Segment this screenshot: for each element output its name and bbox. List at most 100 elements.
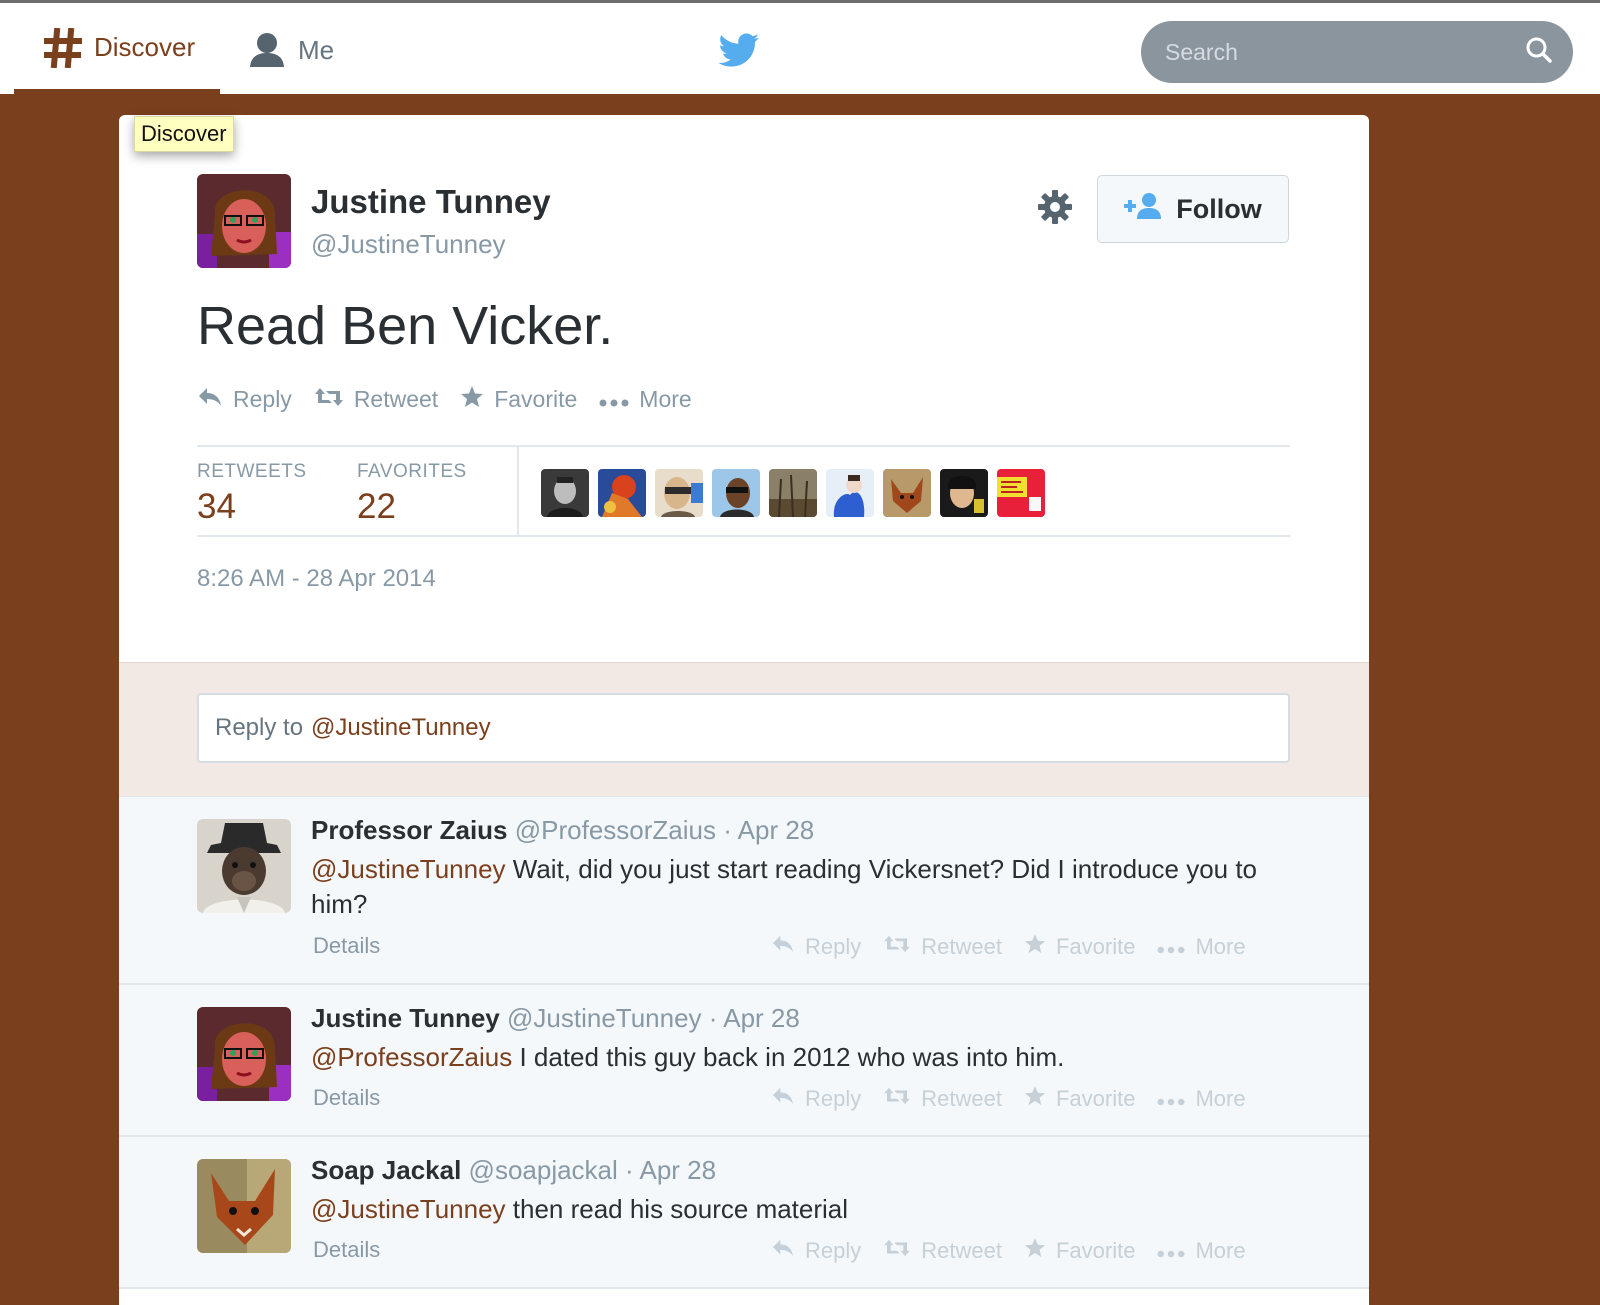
add-user-icon <box>1124 192 1162 227</box>
reply-tweet[interactable]: Soap Jackal @soapjackal · Apr 28 @Justin… <box>119 1137 1369 1289</box>
star-icon <box>1024 933 1046 960</box>
reply-input[interactable]: Reply to @JustineTunney <box>197 693 1290 763</box>
reply-author-handle[interactable]: @JustineTunney <box>507 1003 702 1033</box>
reply-action-label: Reply <box>805 933 862 959</box>
reply-actions: Reply Retweet Favorite More <box>771 1237 1246 1264</box>
reply-icon <box>197 386 223 414</box>
favoriter-avatar[interactable] <box>655 469 703 517</box>
reply-text: @JustineTunney Wait, did you just start … <box>311 852 1271 922</box>
stats-divider <box>517 447 519 535</box>
favoriter-avatar[interactable] <box>598 469 646 517</box>
favoriter-avatar[interactable] <box>712 469 760 517</box>
tweet-stats: RETWEETS 34 FAVORITES 22 <box>197 445 1290 537</box>
more-action-label: More <box>1195 1237 1246 1263</box>
reply-action-label: Reply <box>805 1237 862 1263</box>
retweets-label: RETWEETS <box>197 461 307 482</box>
hashtag-icon <box>44 27 82 68</box>
favorite-action-label: Favorite <box>1055 1237 1136 1263</box>
reply-author-handle[interactable]: @ProfessorZaius <box>515 815 716 845</box>
reply-tweet[interactable]: Professor Zaius @ProfessorZaius · Apr 28… <box>119 797 1369 985</box>
reply-details-link[interactable]: Details <box>313 1085 380 1111</box>
retweets-stat[interactable]: RETWEETS 34 <box>197 461 307 527</box>
reply-time[interactable]: · Apr 28 <box>723 815 814 845</box>
favoriter-avatar[interactable] <box>997 469 1045 517</box>
favorite-action-label: Favorite <box>1055 1085 1136 1111</box>
retweet-action[interactable]: Retweet <box>883 1237 1002 1264</box>
reply-tweet[interactable]: Justine Tunney @JustineTunney · Apr 28 @… <box>119 985 1369 1137</box>
retweet-action-label: Retweet <box>921 933 1002 959</box>
reply-actions: Reply Retweet Favorite More <box>771 933 1246 960</box>
retweet-icon <box>314 386 344 414</box>
reply-mention-link[interactable]: @JustineTunney <box>311 854 506 884</box>
favoriter-avatar[interactable] <box>826 469 874 517</box>
author-handle[interactable]: @JustineTunney <box>311 229 506 260</box>
favoriter-avatar[interactable] <box>769 469 817 517</box>
favorite-action-label: Favorite <box>494 386 578 412</box>
reply-time[interactable]: · Apr 28 <box>625 1155 716 1185</box>
follow-button[interactable]: Follow <box>1097 175 1289 243</box>
author-name[interactable]: Justine Tunney <box>311 183 551 221</box>
reply-header: Justine Tunney @JustineTunney · Apr 28 <box>311 1003 800 1034</box>
favoriter-avatar[interactable] <box>541 469 589 517</box>
retweet-action[interactable]: Retweet <box>314 385 438 414</box>
favorites-stat[interactable]: FAVORITES 22 <box>357 461 467 527</box>
reply-mention-link[interactable]: @JustineTunney <box>311 1194 506 1224</box>
tooltip-discover: Discover <box>134 116 234 152</box>
nav-tab-me[interactable]: Me <box>248 6 334 94</box>
reply-action[interactable]: Reply <box>771 1237 861 1264</box>
more-action[interactable]: More <box>1157 1085 1246 1112</box>
more-dots-icon <box>1157 1238 1185 1264</box>
favoriter-avatar[interactable] <box>883 469 931 517</box>
reply-input-prefix: Reply to <box>215 714 304 741</box>
reply-action[interactable]: Reply <box>771 933 861 960</box>
retweet-action[interactable]: Retweet <box>883 933 1002 960</box>
favorite-action[interactable]: Favorite <box>1024 933 1135 960</box>
top-nav-bar: Discover Me <box>0 0 1600 94</box>
gear-icon[interactable] <box>1037 189 1073 230</box>
more-dots-icon <box>599 386 629 413</box>
search-icon[interactable] <box>1525 36 1553 69</box>
more-action-label: More <box>639 386 692 412</box>
reply-icon <box>771 1238 795 1264</box>
reply-header: Soap Jackal @soapjackal · Apr 28 <box>311 1155 716 1186</box>
reply-action[interactable]: Reply <box>197 385 292 414</box>
reply-author-name[interactable]: Professor Zaius <box>311 815 508 845</box>
more-action[interactable]: More <box>599 385 692 414</box>
reply-author-name[interactable]: Soap Jackal <box>311 1155 461 1185</box>
more-action[interactable]: More <box>1157 933 1246 960</box>
retweet-action[interactable]: Retweet <box>883 1085 1002 1112</box>
reply-avatar[interactable] <box>197 819 291 913</box>
favorite-action[interactable]: Favorite <box>1024 1237 1135 1264</box>
retweets-count: 34 <box>197 487 236 526</box>
tweet-detail-card: Justine Tunney @JustineTunney Follow Rea… <box>119 115 1369 1305</box>
favorite-action[interactable]: Favorite <box>460 385 577 414</box>
reply-mention-link[interactable]: @ProfessorZaius <box>311 1042 512 1072</box>
reply-action[interactable]: Reply <box>771 1085 861 1112</box>
more-action[interactable]: More <box>1157 1237 1246 1264</box>
twitter-bird-icon[interactable] <box>718 33 760 74</box>
reply-avatar[interactable] <box>197 1007 291 1101</box>
reply-author-handle[interactable]: @soapjackal <box>469 1155 618 1185</box>
author-avatar[interactable] <box>197 174 291 268</box>
reply-details-link[interactable]: Details <box>313 933 380 959</box>
reply-author-name[interactable]: Justine Tunney <box>311 1003 500 1033</box>
favoriter-avatar[interactable] <box>940 469 988 517</box>
nav-tab-discover-label: Discover <box>94 32 196 62</box>
nav-tab-discover[interactable]: Discover <box>14 6 220 94</box>
retweet-icon <box>883 1086 911 1112</box>
favoriter-avatars <box>541 469 1045 517</box>
reply-time[interactable]: · Apr 28 <box>709 1003 800 1033</box>
follow-button-label: Follow <box>1176 193 1262 224</box>
retweet-icon <box>883 934 911 960</box>
star-icon <box>1024 1085 1046 1112</box>
reply-text: @ProfessorZaius I dated this guy back in… <box>311 1040 1271 1075</box>
reply-avatar[interactable] <box>197 1159 291 1253</box>
reply-input-mention: @JustineTunney <box>311 714 491 741</box>
tweet-timestamp[interactable]: 8:26 AM - 28 Apr 2014 <box>197 565 436 593</box>
search-input[interactable] <box>1165 38 1525 66</box>
retweet-action-label: Retweet <box>921 1237 1002 1263</box>
reply-details-link[interactable]: Details <box>313 1237 380 1263</box>
reply-icon <box>771 1086 795 1112</box>
favorite-action[interactable]: Favorite <box>1024 1085 1135 1112</box>
star-icon <box>1024 1237 1046 1264</box>
